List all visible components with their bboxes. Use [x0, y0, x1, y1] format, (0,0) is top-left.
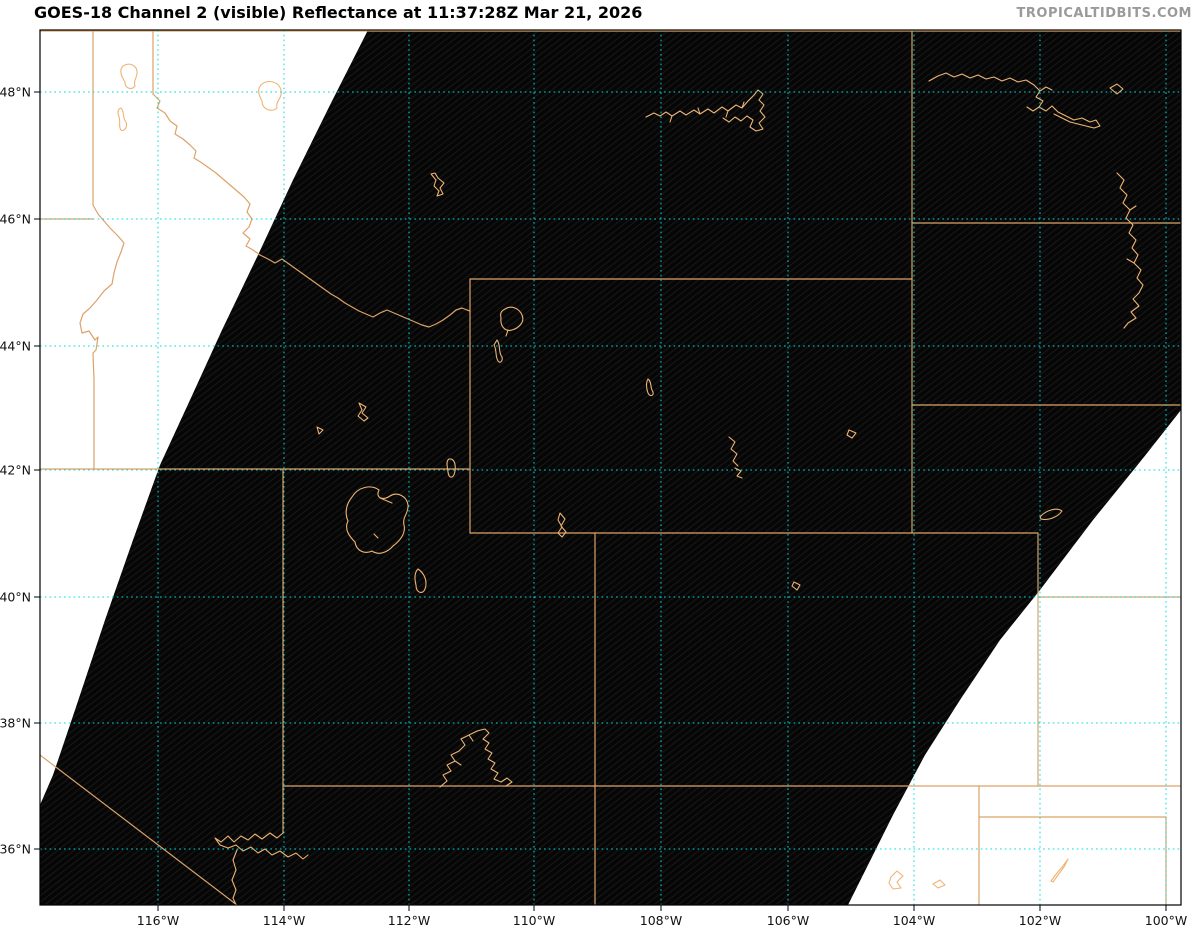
lon-tick-label: 100°W [1145, 913, 1187, 928]
lat-tick-label: 38°N [0, 716, 31, 731]
lat-tick-label: 36°N [0, 842, 31, 857]
lon-tick-label: 112°W [388, 913, 430, 928]
lat-tick-label: 46°N [0, 212, 31, 227]
lat-tick-label: 44°N [0, 339, 31, 354]
lat-tick-label: 42°N [0, 463, 31, 478]
lon-tick-label: 108°W [640, 913, 682, 928]
lon-tick-label: 102°W [1019, 913, 1061, 928]
lon-tick-label: 106°W [767, 913, 809, 928]
satellite-image-page: GOES-18 Channel 2 (visible) Reflectance … [0, 0, 1200, 929]
satellite-map: 48°N 46°N 44°N 42°N 40°N 38°N 36°N 116°W 114°W 11… [0, 29, 1187, 928]
lon-tick-label: 110°W [513, 913, 555, 928]
lat-tick-label: 40°N [0, 590, 31, 605]
lon-tick-label: 104°W [893, 913, 935, 928]
lon-tick-label: 114°W [263, 913, 305, 928]
lon-tick-label: 116°W [137, 913, 179, 928]
lat-tick-label: 48°N [0, 85, 31, 100]
